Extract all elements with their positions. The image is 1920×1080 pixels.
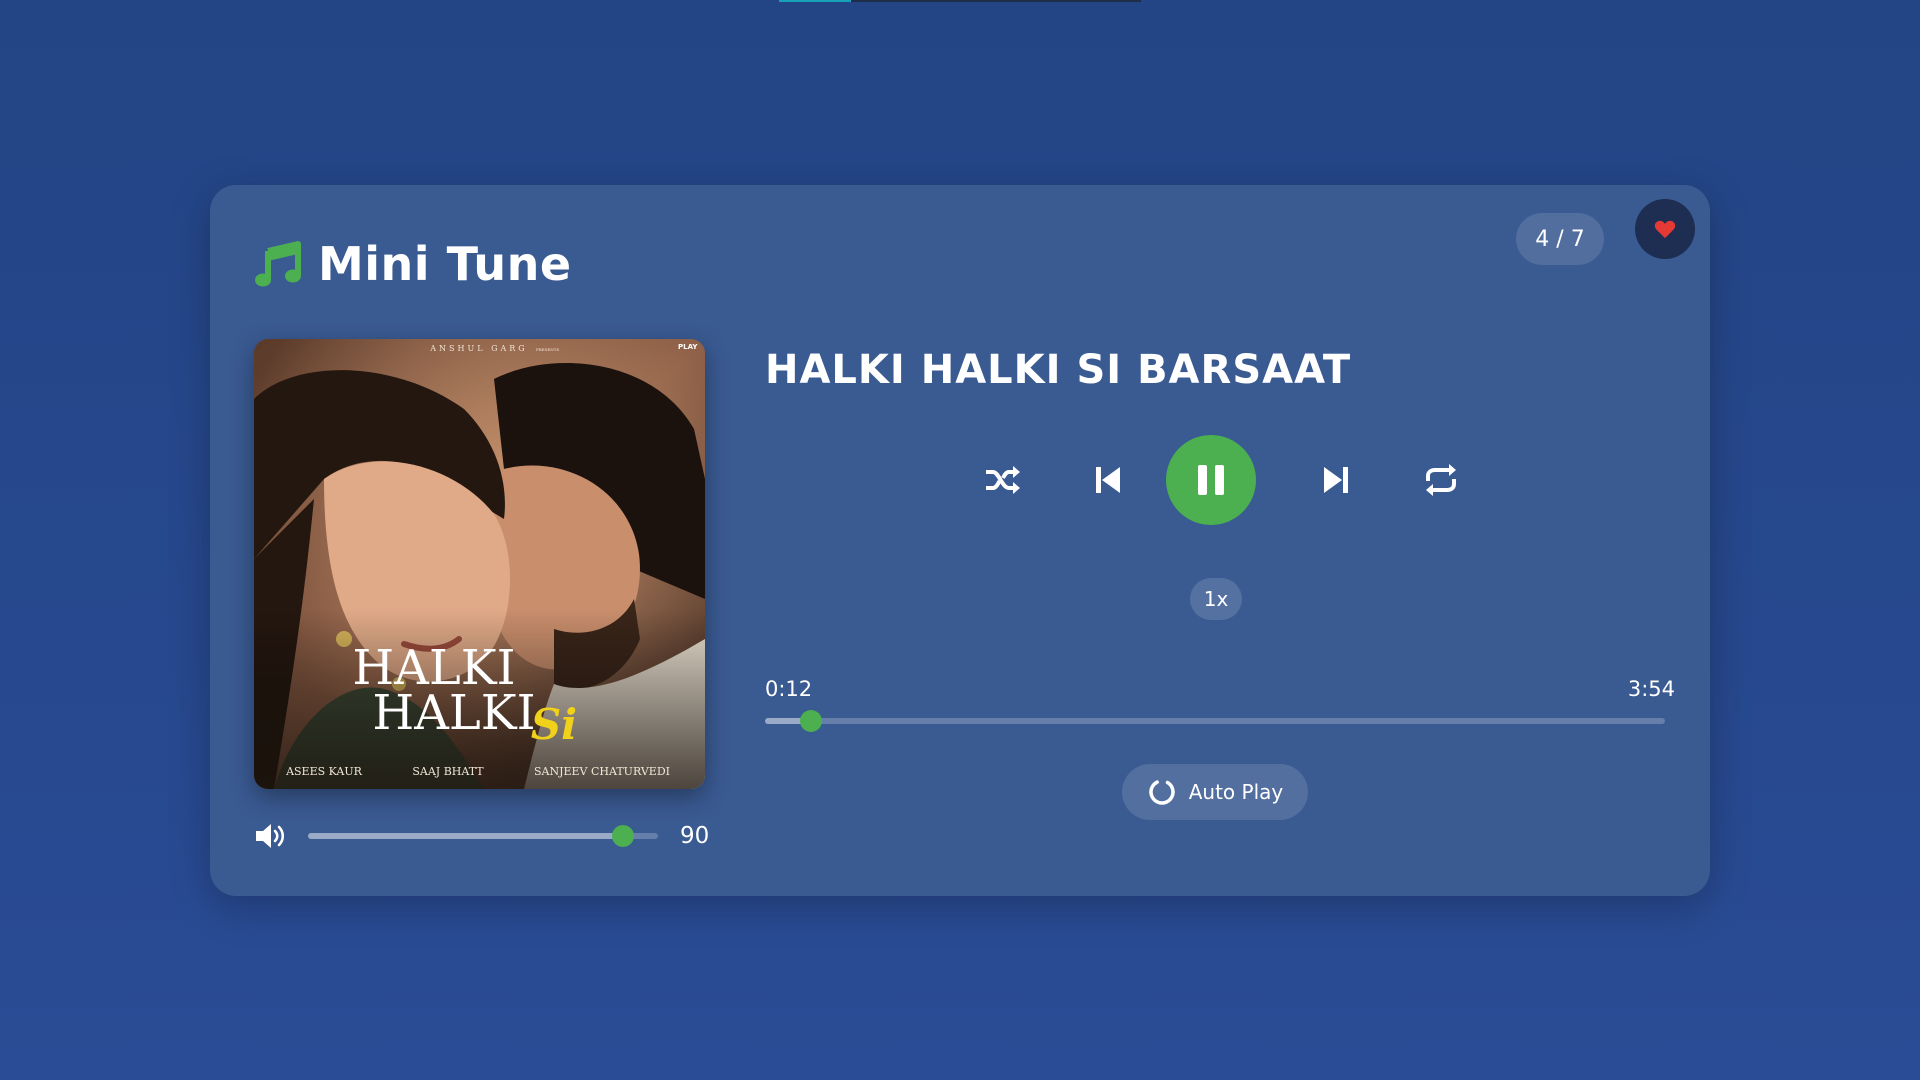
player-card: Mini Tune 4 / 7 ANSHUL GARG PRESENTS PLA… (210, 185, 1710, 896)
play-pause-button[interactable] (1166, 435, 1256, 525)
album-credit-1: ASEES KAUR (285, 765, 363, 778)
volume-value: 90 (680, 823, 710, 849)
skip-forward-icon (1324, 467, 1348, 493)
playback-speed-button[interactable]: 1x (1190, 578, 1242, 620)
skip-back-icon (1096, 467, 1120, 493)
album-cover-image: ANSHUL GARG PRESENTS PLAY HALKI HALKI Si… (254, 339, 705, 789)
page-loading-bar (779, 0, 1141, 2)
volume-slider-fill (308, 833, 623, 839)
album-credit-3: SANJEEV CHATURVEDI (534, 765, 670, 778)
album-top-text: ANSHUL GARG (429, 344, 527, 353)
playback-controls (765, 435, 1665, 525)
song-title: HALKI HALKI SI BARSAAT (765, 347, 1352, 393)
total-time: 3:54 (1627, 677, 1675, 701)
heart-icon (1654, 220, 1676, 239)
volume-icon[interactable] (254, 821, 288, 851)
previous-button[interactable] (1088, 460, 1128, 500)
app-brand: Mini Tune (254, 237, 572, 291)
repeat-icon (1426, 464, 1456, 496)
volume-slider-thumb[interactable] (612, 825, 634, 847)
current-time: 0:12 (765, 677, 813, 701)
music-note-icon (255, 241, 301, 287)
loading-circle-icon (1148, 779, 1175, 805)
progress-slider-thumb[interactable] (800, 710, 823, 732)
autoplay-button[interactable]: Auto Play (1122, 764, 1308, 820)
progress-slider[interactable] (765, 710, 1665, 732)
album-title-line2: HALKI (372, 685, 535, 741)
album-presents-text: PRESENTS (536, 347, 559, 352)
page-loading-bar-fill (779, 0, 852, 2)
album-art: ANSHUL GARG PRESENTS PLAY HALKI HALKI Si… (254, 339, 705, 789)
volume-control: 90 (254, 821, 724, 851)
repeat-button[interactable] (1421, 460, 1461, 500)
album-title-script: Si (531, 700, 577, 749)
playback-speed-label: 1x (1203, 587, 1229, 611)
album-credit-2: SAAJ BHATT (412, 765, 484, 778)
shuffle-button[interactable] (983, 460, 1023, 500)
volume-slider[interactable] (308, 825, 658, 847)
track-counter-text: 4 / 7 (1535, 226, 1585, 252)
pause-icon (1198, 465, 1224, 495)
favorite-button[interactable] (1635, 199, 1695, 259)
album-corner-label: PLAY (678, 343, 698, 351)
next-button[interactable] (1316, 460, 1356, 500)
app-title: Mini Tune (318, 237, 572, 291)
track-counter: 4 / 7 (1516, 213, 1604, 265)
autoplay-label: Auto Play (1188, 780, 1284, 804)
shuffle-icon (986, 466, 1020, 494)
